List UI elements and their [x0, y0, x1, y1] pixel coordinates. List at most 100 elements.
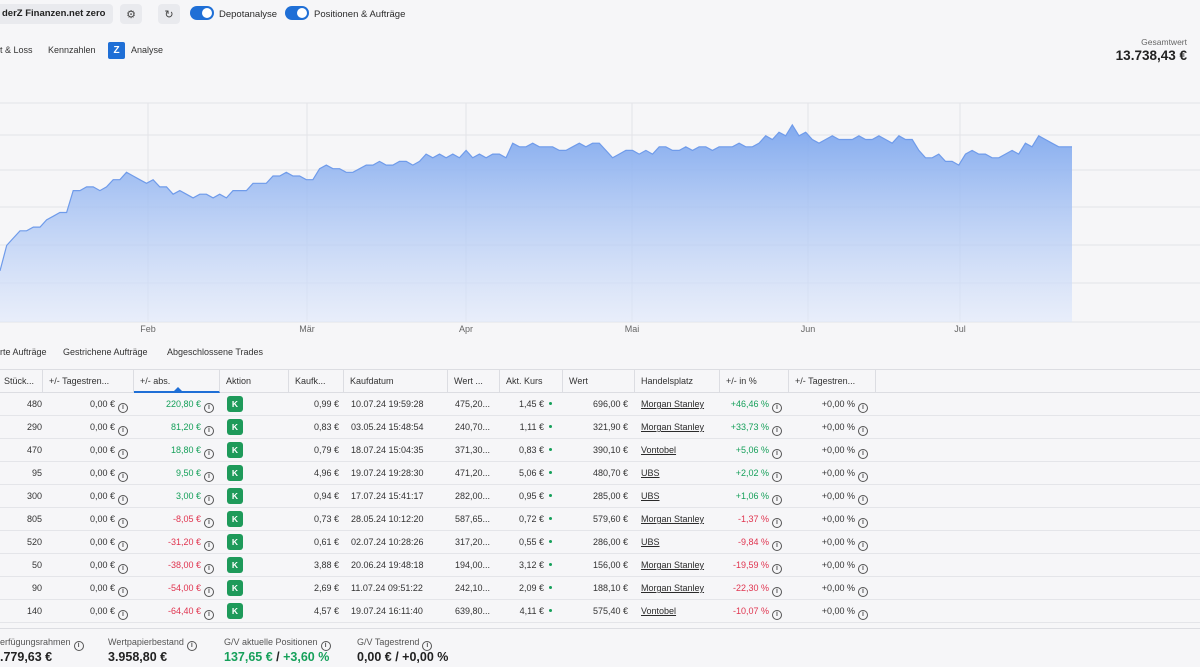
table-row[interactable]: 470 0,00 € i 18,80 € i K 0,79 €18.07.24 15:04:…: [0, 439, 1200, 462]
col-header-tagestrend-pct[interactable]: +/- Tagestren...: [789, 370, 876, 393]
col-header-handelsplatz[interactable]: Handelsplatz: [635, 370, 720, 393]
info-icon[interactable]: i: [858, 449, 868, 459]
kaufen-button[interactable]: K: [227, 557, 243, 573]
info-icon[interactable]: i: [118, 403, 128, 413]
cell-handelsplatz[interactable]: Morgan Stanley: [641, 393, 704, 415]
cell-tagestrend-pct-text: +0,00 %: [821, 445, 855, 455]
info-icon[interactable]: i: [772, 610, 782, 620]
col-header-kaufkurs[interactable]: Kaufk...: [289, 370, 344, 393]
info-icon[interactable]: i: [858, 564, 868, 574]
depotanalyse-toggle[interactable]: [190, 6, 214, 20]
col-header-aktion[interactable]: Aktion: [220, 370, 289, 393]
cell-handelsplatz[interactable]: UBS: [641, 531, 660, 553]
info-icon[interactable]: i: [772, 587, 782, 597]
info-icon[interactable]: i: [772, 403, 782, 413]
info-icon[interactable]: i: [118, 449, 128, 459]
info-icon[interactable]: i: [858, 495, 868, 505]
info-icon[interactable]: i: [204, 541, 214, 551]
table-row[interactable]: 300 0,00 € i 3,00 € i K 0,94 €17.07.24 15:41:1…: [0, 485, 1200, 508]
col-header-akt-kurs[interactable]: Akt. Kurs: [500, 370, 563, 393]
cell-handelsplatz[interactable]: Morgan Stanley: [641, 416, 704, 438]
col-header-wert-kauf[interactable]: Wert ...: [448, 370, 500, 393]
col-header-tagestrend[interactable]: +/- Tagestren...: [43, 370, 134, 393]
info-icon[interactable]: i: [858, 518, 868, 528]
info-icon[interactable]: i: [204, 472, 214, 482]
info-icon[interactable]: i: [118, 426, 128, 436]
refresh-button[interactable]: ↻: [158, 4, 180, 24]
table-row[interactable]: 805 0,00 € i -8,05 € i K 0,73 €28.05.24 10:12:…: [0, 508, 1200, 531]
info-icon[interactable]: i: [204, 610, 214, 620]
kaufen-button[interactable]: K: [227, 396, 243, 412]
info-icon[interactable]: i: [204, 518, 214, 528]
kaufen-button[interactable]: K: [227, 442, 243, 458]
info-icon[interactable]: i: [858, 610, 868, 620]
tab-gestrichene-auftraege[interactable]: Gestrichene Aufträge: [63, 347, 148, 357]
info-icon[interactable]: i: [772, 472, 782, 482]
info-icon[interactable]: i: [772, 541, 782, 551]
tab-offene-auftraege[interactable]: rte Aufträge: [0, 347, 47, 357]
account-selector[interactable]: derZ Finanzen.net zero: [0, 4, 114, 24]
info-icon[interactable]: i: [204, 495, 214, 505]
kaufen-button[interactable]: K: [227, 603, 243, 619]
cell-handelsplatz[interactable]: Morgan Stanley: [641, 577, 704, 599]
info-icon[interactable]: i: [118, 564, 128, 574]
table-row[interactable]: 95 0,00 € i 9,50 € i K 4,96 €19.07.24 19:28:30…: [0, 462, 1200, 485]
col-header-kaufdatum[interactable]: Kaufdatum: [344, 370, 448, 393]
col-header-abs[interactable]: +/- abs.: [134, 370, 220, 393]
kaufen-button[interactable]: K: [227, 465, 243, 481]
info-icon[interactable]: i: [858, 472, 868, 482]
settings-button[interactable]: ⚙: [120, 4, 142, 24]
info-icon[interactable]: i: [73, 641, 84, 651]
info-icon[interactable]: i: [204, 564, 214, 574]
kaufen-button[interactable]: K: [227, 419, 243, 435]
positionen-toggle[interactable]: [285, 6, 309, 20]
info-icon[interactable]: i: [772, 449, 782, 459]
info-icon[interactable]: i: [858, 426, 868, 436]
cell-handelsplatz[interactable]: Vontobel: [641, 600, 676, 622]
cell-handelsplatz[interactable]: Morgan Stanley: [641, 554, 704, 576]
col-header-stueck[interactable]: Stück...: [0, 370, 43, 393]
info-icon[interactable]: i: [118, 610, 128, 620]
subnav-profit-loss[interactable]: t & Loss: [0, 45, 33, 55]
kaufen-button[interactable]: K: [227, 511, 243, 527]
table-row[interactable]: 290 0,00 € i 81,20 € i K 0,83 €03.05.24 15:48:…: [0, 416, 1200, 439]
info-icon[interactable]: i: [186, 641, 197, 651]
cell-akt-kurs: 0,72 €: [519, 508, 552, 530]
info-icon[interactable]: i: [118, 472, 128, 482]
cell-handelsplatz[interactable]: UBS: [641, 462, 660, 484]
info-icon[interactable]: i: [204, 403, 214, 413]
info-icon[interactable]: i: [858, 587, 868, 597]
info-icon[interactable]: i: [204, 426, 214, 436]
table-row[interactable]: 50 0,00 € i -38,00 € i K 3,88 €20.06.24 19:48:…: [0, 554, 1200, 577]
info-icon[interactable]: i: [204, 449, 214, 459]
cell-handelsplatz[interactable]: Vontobel: [641, 439, 676, 461]
info-icon[interactable]: i: [772, 426, 782, 436]
subnav-kennzahlen[interactable]: Kennzahlen: [48, 45, 96, 55]
info-icon[interactable]: i: [772, 495, 782, 505]
table-row[interactable]: 90 0,00 € i -54,00 € i K 2,69 €11.07.24 09:51:…: [0, 577, 1200, 600]
info-icon[interactable]: i: [118, 495, 128, 505]
cell-handelsplatz[interactable]: Morgan Stanley: [641, 508, 704, 530]
cell-handelsplatz[interactable]: UBS: [641, 485, 660, 507]
cell-kaufdatum: 11.07.24 09:51:22: [351, 577, 423, 599]
info-icon[interactable]: i: [858, 541, 868, 551]
info-icon[interactable]: i: [772, 518, 782, 528]
tab-abgeschlossene-trades[interactable]: Abgeschlossene Trades: [167, 347, 263, 357]
table-row[interactable]: 480 0,00 € i 220,80 € i K 0,99 €10.07.24 19:59…: [0, 393, 1200, 416]
info-icon[interactable]: i: [772, 564, 782, 574]
kaufen-button[interactable]: K: [227, 534, 243, 550]
col-header-wert[interactable]: Wert: [563, 370, 635, 393]
info-icon[interactable]: i: [118, 518, 128, 528]
info-icon[interactable]: i: [118, 541, 128, 551]
kaufen-button[interactable]: K: [227, 488, 243, 504]
analyse-logo-icon[interactable]: Z: [108, 42, 125, 59]
info-icon[interactable]: i: [204, 587, 214, 597]
cell-qty-text: 95: [31, 468, 42, 478]
info-icon[interactable]: i: [858, 403, 868, 413]
info-icon[interactable]: i: [118, 587, 128, 597]
table-row[interactable]: 520 0,00 € i -31,20 € i K 0,61 €02.07.24 10:28…: [0, 531, 1200, 554]
kaufen-button[interactable]: K: [227, 580, 243, 596]
table-row[interactable]: 140 0,00 € i -64,40 € i K 4,57 €19.07.24 16:11…: [0, 600, 1200, 623]
subnav-analyse[interactable]: Analyse: [131, 45, 163, 55]
col-header-pct[interactable]: +/- in %: [720, 370, 789, 393]
